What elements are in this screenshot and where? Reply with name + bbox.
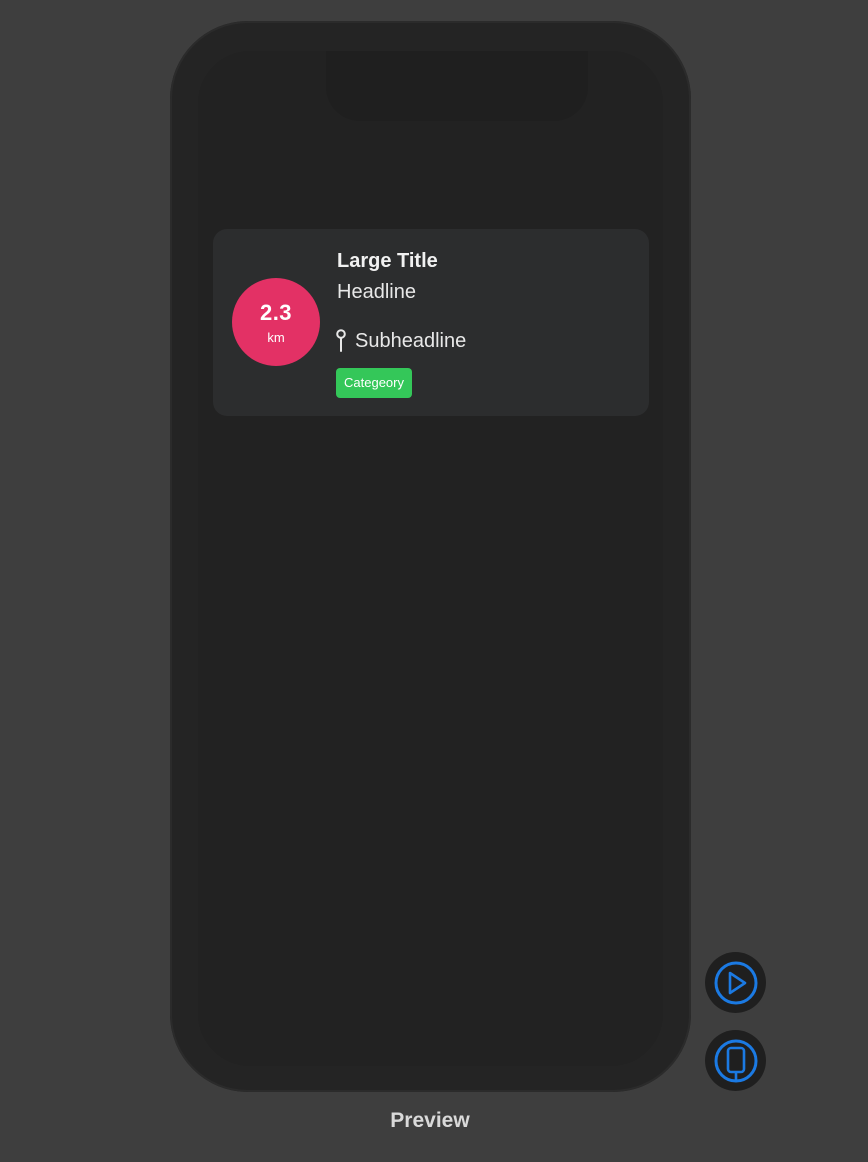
preview-canvas: 2.3 km Large Title Headline Subheadline … [0, 0, 868, 1162]
device-screen [198, 51, 663, 1066]
card-subheadline: Subheadline [355, 329, 467, 352]
distance-badge: 2.3 km [232, 278, 320, 366]
live-preview-button[interactable] [705, 952, 766, 1013]
distance-unit: km [267, 330, 285, 345]
device-notch [326, 51, 588, 121]
subheadline-row: Subheadline [335, 328, 466, 354]
category-tag: Categeory [336, 368, 412, 398]
play-icon [713, 960, 759, 1006]
card-title: Large Title [337, 250, 438, 272]
pin-icon [335, 329, 347, 353]
card-headline: Headline [337, 281, 416, 303]
preview-on-device-button[interactable] [705, 1030, 766, 1091]
location-card[interactable]: 2.3 km Large Title Headline Subheadline … [213, 229, 649, 416]
distance-value: 2.3 [259, 300, 293, 325]
preview-label: Preview [390, 1109, 470, 1132]
device-frame [170, 21, 691, 1092]
device-icon [713, 1038, 759, 1084]
